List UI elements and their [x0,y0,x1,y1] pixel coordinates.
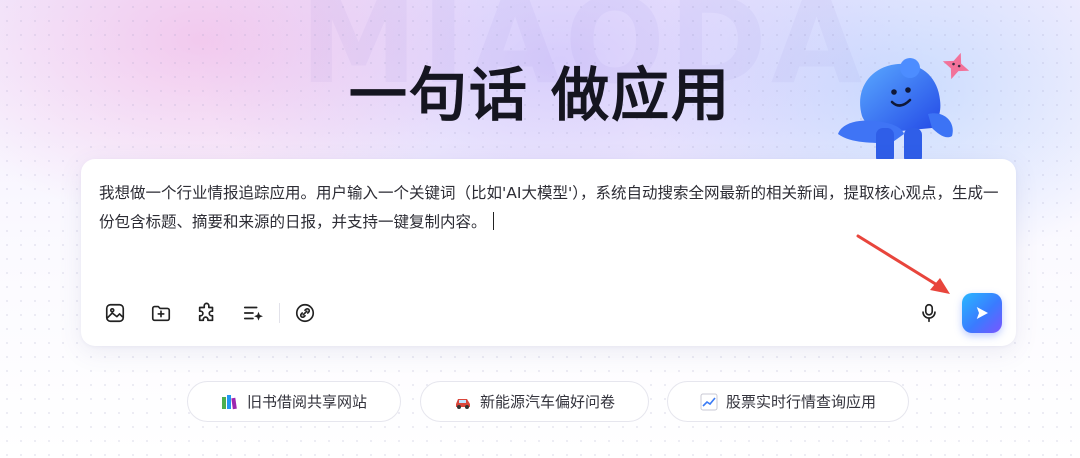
plugin-button[interactable] [192,298,222,328]
toolbar-divider [279,303,280,323]
link-icon [295,303,315,323]
suggestion-label: 新能源汽车偏好问卷 [479,393,615,411]
list-sparkle-icon [243,306,263,321]
voice-input-button[interactable] [914,298,944,328]
car-icon [454,393,472,411]
books-icon [221,393,239,411]
suggestion-label: 股票实时行情查询应用 [725,393,876,411]
suggestion-chip[interactable]: 新能源汽车偏好问卷 [420,381,649,422]
send-icon [976,307,988,319]
folder-add-icon [151,305,171,322]
link-button[interactable] [290,298,320,328]
plugin-icon [198,302,214,322]
suggestion-label: 旧书借阅共享网站 [246,393,367,411]
suggestion-chip[interactable]: 股票实时行情查询应用 [667,381,909,422]
microphone-icon [922,303,936,323]
page-headline: 一句话 做应用 [348,61,732,129]
send-button[interactable] [962,293,1002,333]
prompt-text: 我想做一个行业情报追踪应用。用户输入一个关键词（比如'AI大模型'），系统自动搜… [99,184,999,231]
folder-add-button[interactable] [146,298,176,328]
chart-icon [700,393,718,411]
prompt-input[interactable]: 我想做一个行业情报追踪应用。用户输入一个关键词（比如'AI大模型'），系统自动搜… [99,179,999,237]
text-caret [492,212,495,230]
image-upload-button[interactable] [100,298,130,328]
image-upload-icon [105,303,125,323]
suggestion-chip[interactable]: 旧书借阅共享网站 [187,381,401,422]
prompt-card: 我想做一个行业情报追踪应用。用户输入一个关键词（比如'AI大模型'），系统自动搜… [81,159,1016,346]
prompt-template-button[interactable] [238,298,268,328]
mascot-illustration [838,52,970,164]
